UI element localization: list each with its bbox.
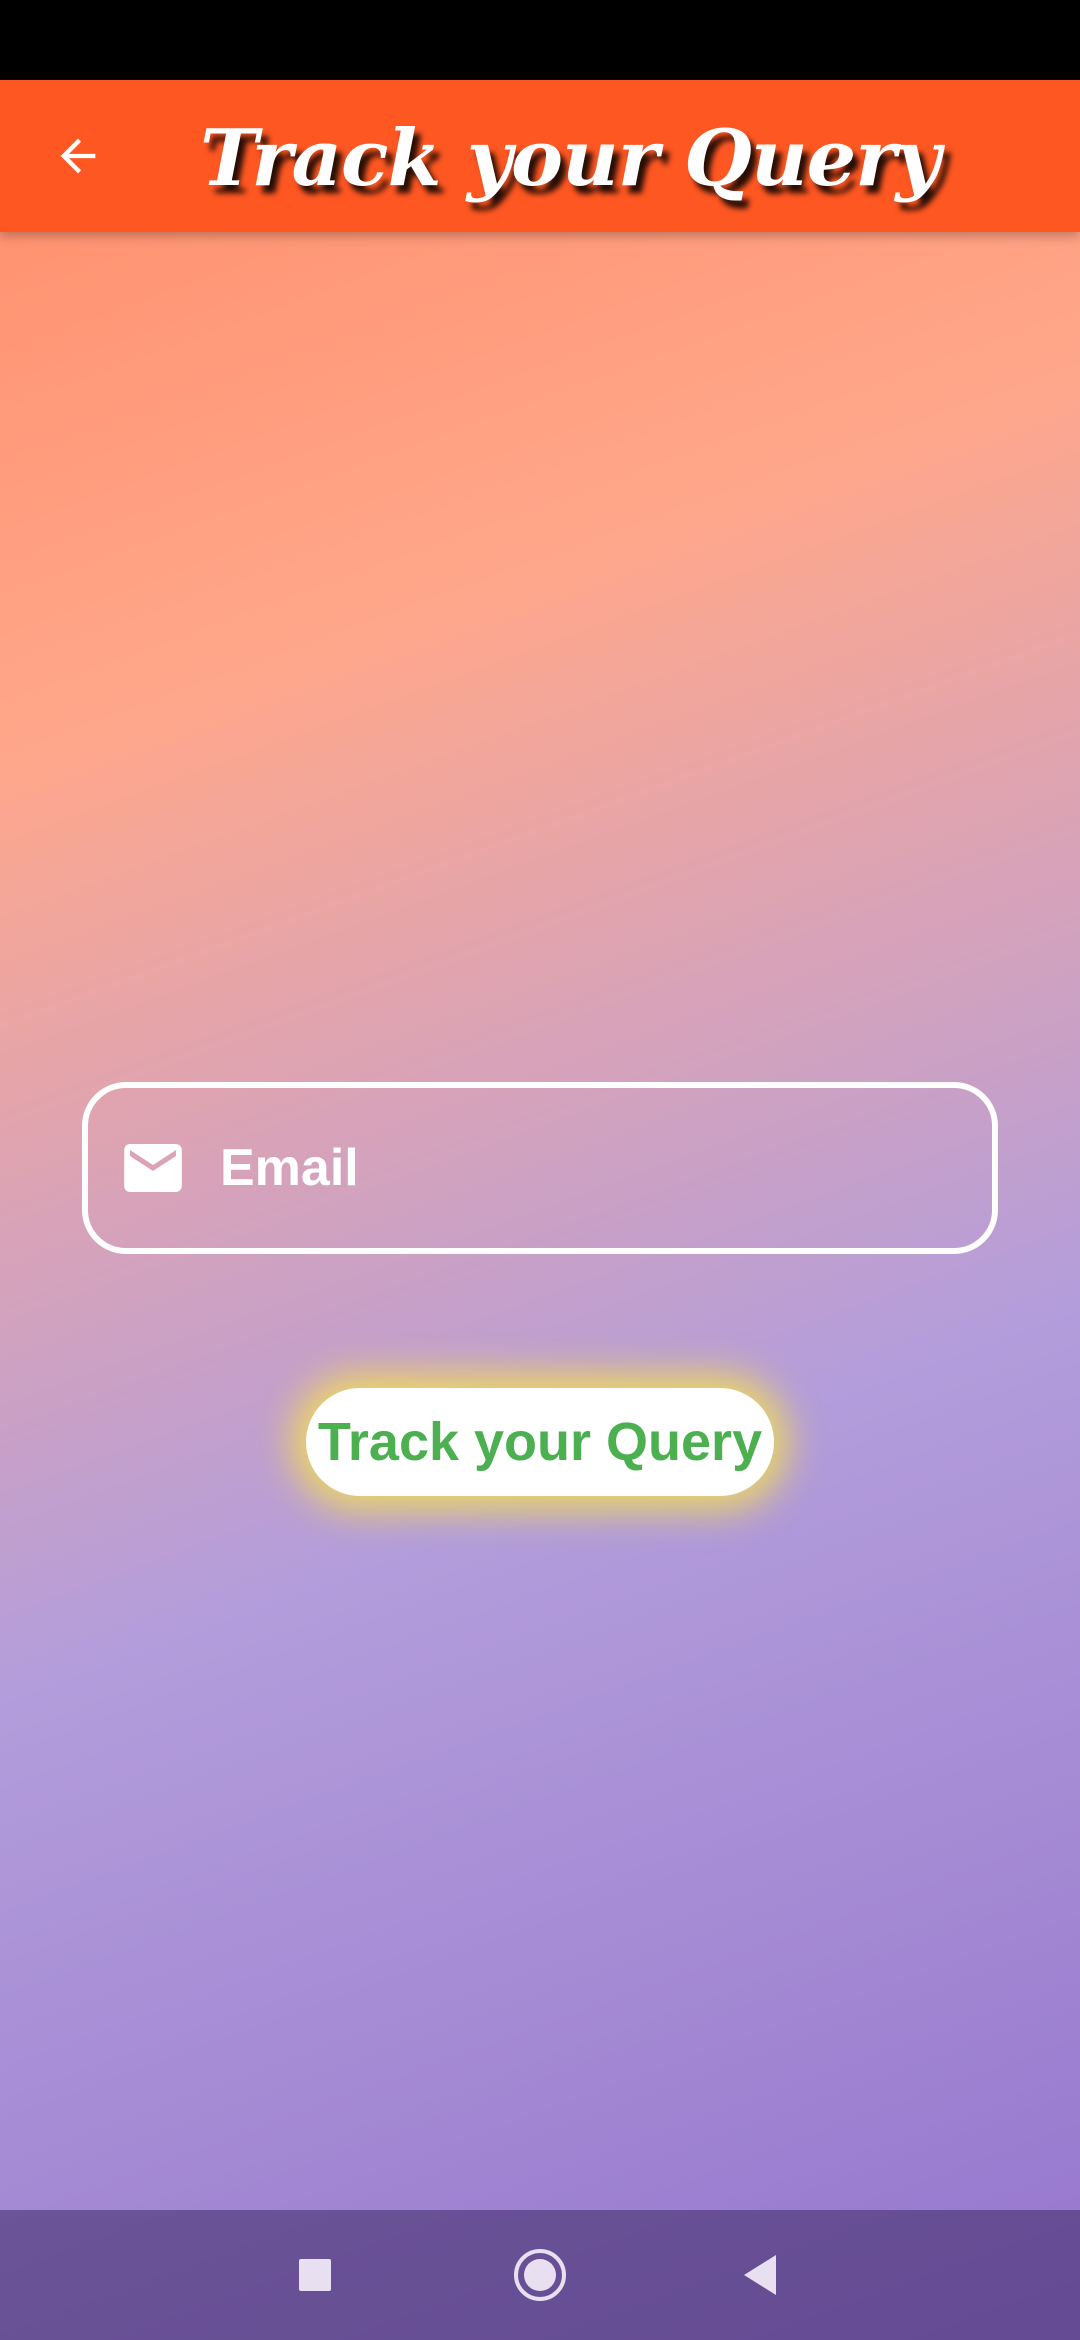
arrow-back-icon [60,138,96,174]
back-button[interactable] [40,118,116,194]
system-nav-bar [0,2210,1080,2340]
email-placeholder: Email [220,1139,359,1197]
page-title: Track your Query [200,112,941,204]
email-field[interactable]: Email [82,1082,998,1254]
app-bar: Track your Query [0,80,1080,232]
back-nav-button[interactable] [720,2235,800,2315]
home-button[interactable] [500,2235,580,2315]
recents-button[interactable] [275,2235,355,2315]
triangle-back-icon [744,2255,776,2295]
status-bar [0,0,1080,80]
square-icon [299,2259,331,2291]
track-query-button[interactable]: Track your Query [306,1388,774,1496]
mail-icon [124,1144,182,1192]
circle-icon [514,2249,566,2301]
screen: Track your Query Email Track your Query [0,0,1080,2340]
